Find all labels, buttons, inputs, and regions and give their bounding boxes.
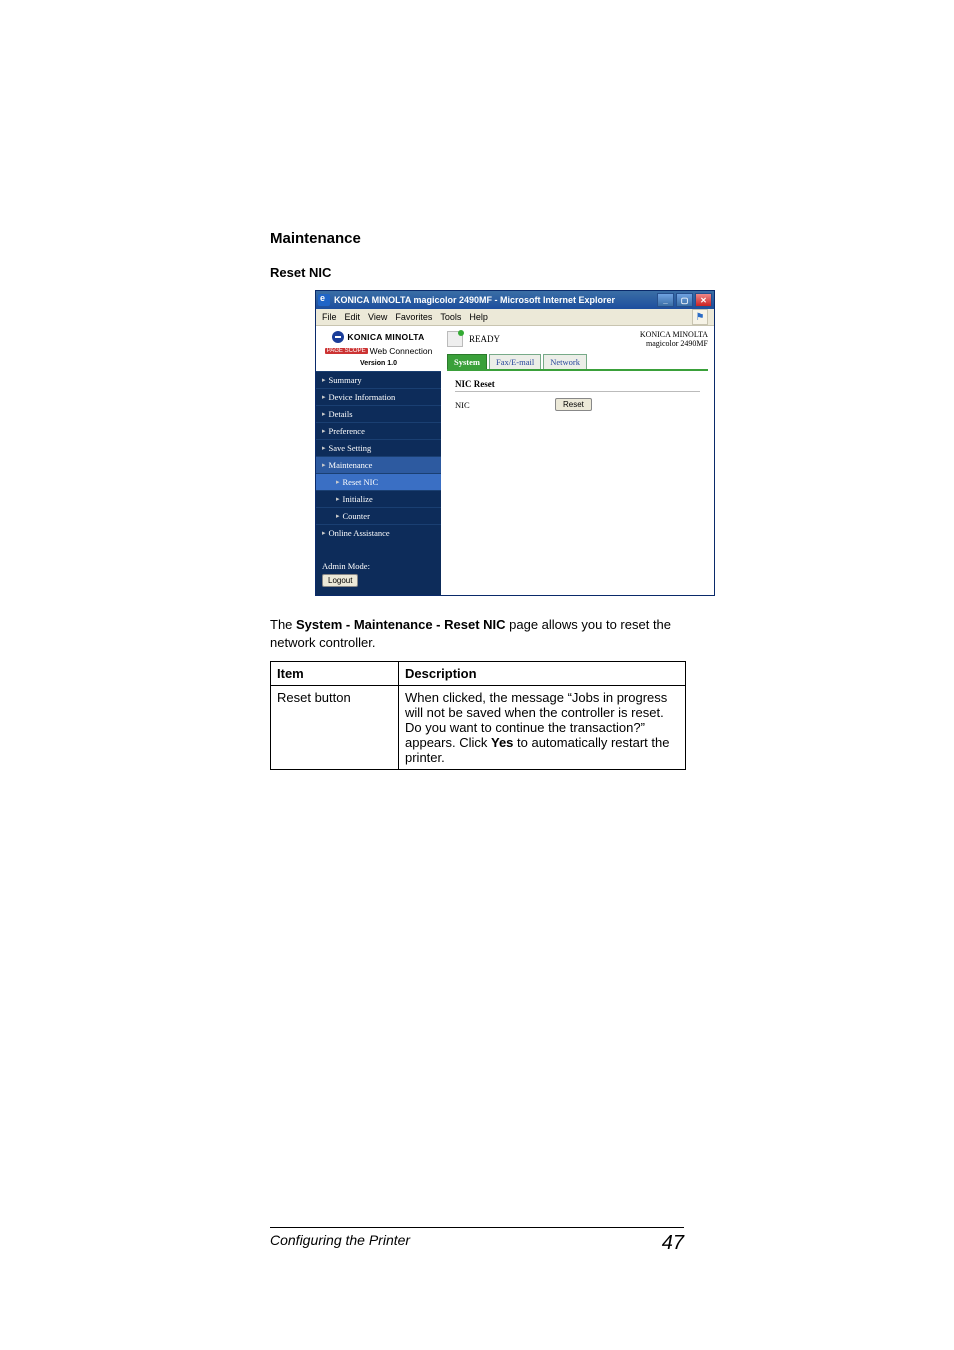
table-cell-description: When clicked, the message “Jobs in progr… (399, 686, 686, 770)
panel-row-label: NIC (455, 400, 555, 410)
page-footer: Configuring the Printer 47 (270, 1227, 684, 1255)
printer-status-text: READY (469, 334, 500, 344)
ie-logo-icon (318, 294, 330, 306)
menu-help[interactable]: Help (469, 312, 488, 322)
menu-edit[interactable]: Edit (345, 312, 361, 322)
menu-favorites[interactable]: Favorites (395, 312, 432, 322)
ie-flag-icon: ⚑ (692, 309, 708, 325)
admin-mode-label: Admin Mode: (322, 561, 435, 571)
logout-button[interactable]: Logout (322, 574, 358, 587)
description-table: Item Description Reset button When click… (270, 661, 686, 770)
sidebar-item-save-setting[interactable]: Save Setting (316, 439, 441, 456)
table-head-description: Description (399, 662, 686, 686)
tab-bar: System Fax/E-mail Network (447, 354, 708, 369)
section-heading-reset-nic: Reset NIC (270, 265, 674, 280)
tab-network[interactable]: Network (543, 354, 587, 369)
table-cell-item: Reset button (271, 686, 399, 770)
sidebar-item-maintenance[interactable]: Maintenance (316, 456, 441, 473)
sidebar: KONICA MINOLTA PAGE SCOPE Web Connection… (316, 326, 441, 595)
ie-menubar: File Edit View Favorites Tools Help ⚑ (316, 309, 714, 326)
window-close-button[interactable]: ✕ (695, 293, 712, 307)
panel-title: NIC Reset (455, 379, 700, 392)
table-row: Reset button When clicked, the message “… (271, 686, 686, 770)
desc-bold: Yes (491, 735, 513, 750)
printer-status-icon (447, 331, 463, 347)
para-pre: The (270, 617, 296, 632)
sidebar-item-reset-nic[interactable]: Reset NIC (316, 473, 441, 490)
tab-fax-email[interactable]: Fax/E-mail (489, 354, 541, 369)
version-label: Version 1.0 (320, 360, 437, 367)
menu-view[interactable]: View (368, 312, 387, 322)
window-titlebar: KONICA MINOLTA magicolor 2490MF - Micros… (316, 291, 714, 309)
sidebar-item-device-information[interactable]: Device Information (316, 388, 441, 405)
content-area: READY KONICA MINOLTA magicolor 2490MF Sy… (441, 326, 714, 595)
window-maximize-button[interactable]: ▢ (676, 293, 693, 307)
table-head-item: Item (271, 662, 399, 686)
footer-page-number: 47 (662, 1232, 684, 1255)
content-model: magicolor 2490MF (640, 339, 708, 348)
km-logo-icon (332, 331, 344, 343)
sidebar-item-preference[interactable]: Preference (316, 422, 441, 439)
window-minimize-button[interactable]: _ (657, 293, 674, 307)
sidebar-item-details[interactable]: Details (316, 405, 441, 422)
sidebar-item-summary[interactable]: Summary (316, 371, 441, 388)
pagescope-badge: PAGE SCOPE (325, 348, 368, 354)
para-bold: System - Maintenance - Reset NIC (296, 617, 506, 632)
sidebar-item-initialize[interactable]: Initialize (316, 490, 441, 507)
screenshot-ie-window: KONICA MINOLTA magicolor 2490MF - Micros… (315, 290, 674, 596)
brand-block: KONICA MINOLTA PAGE SCOPE Web Connection… (316, 326, 441, 371)
section-heading-maintenance: Maintenance (270, 230, 674, 247)
sidebar-item-counter[interactable]: Counter (316, 507, 441, 524)
window-title: KONICA MINOLTA magicolor 2490MF - Micros… (334, 295, 615, 305)
menu-tools[interactable]: Tools (440, 312, 461, 322)
footer-section-title: Configuring the Printer (270, 1232, 410, 1255)
content-brand: KONICA MINOLTA (640, 330, 708, 339)
pagescope-label: Web Connection (370, 346, 433, 356)
menu-file[interactable]: File (322, 312, 337, 322)
tab-system[interactable]: System (447, 354, 487, 369)
description-paragraph: The System - Maintenance - Reset NIC pag… (270, 616, 674, 651)
reset-button[interactable]: Reset (555, 398, 592, 411)
brand-name: KONICA MINOLTA (347, 332, 424, 342)
sidebar-item-online-assistance[interactable]: Online Assistance (316, 524, 441, 541)
